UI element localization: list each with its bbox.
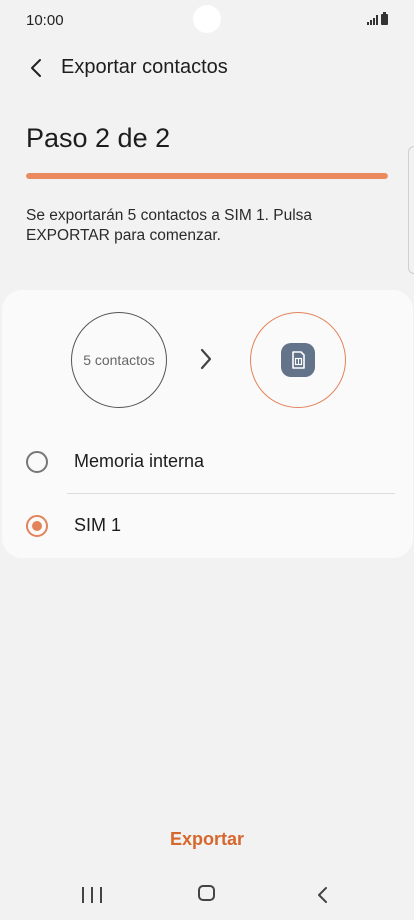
app-bar: Exportar contactos <box>0 48 414 88</box>
source-circle: 5 contactos <box>71 312 167 408</box>
export-button[interactable]: Exportar <box>150 822 264 856</box>
export-description: Se exportarán 5 contactos a SIM 1. Pulsa… <box>26 207 313 244</box>
status-time: 10:00 <box>26 12 64 29</box>
divider <box>67 493 395 494</box>
status-bar: 10:00 <box>0 0 414 40</box>
step-title: Paso 2 de 2 <box>26 123 171 153</box>
nav-back-icon[interactable] <box>313 884 333 906</box>
chevron-right-icon <box>200 348 212 370</box>
camera-cutout <box>193 5 221 33</box>
option-internal-memory[interactable]: Memoria interna <box>2 434 413 490</box>
scroll-indicator[interactable] <box>408 146 414 274</box>
progress-fill <box>26 173 388 179</box>
target-circle <box>250 312 346 408</box>
sim-card-icon <box>281 343 315 377</box>
recents-icon[interactable] <box>80 884 104 906</box>
page-title: Exportar contactos <box>61 56 228 78</box>
option-sim-1[interactable]: SIM 1 <box>2 498 413 554</box>
radio-sim-1[interactable] <box>26 515 48 537</box>
navigation-bar <box>0 870 414 920</box>
export-card: 5 contactos Memoria interna SIM 1 <box>2 290 413 558</box>
back-button[interactable] <box>20 52 52 84</box>
home-icon[interactable] <box>198 885 215 901</box>
back-arrow-icon <box>31 59 41 77</box>
option-label: Memoria interna <box>74 451 205 471</box>
source-label: 5 contactos <box>83 352 155 368</box>
signal-icon <box>367 15 378 25</box>
status-icons <box>367 12 388 25</box>
option-label: SIM 1 <box>74 515 122 535</box>
progress-bar <box>26 173 388 179</box>
battery-icon <box>381 12 388 25</box>
radio-internal-memory[interactable] <box>26 451 48 473</box>
